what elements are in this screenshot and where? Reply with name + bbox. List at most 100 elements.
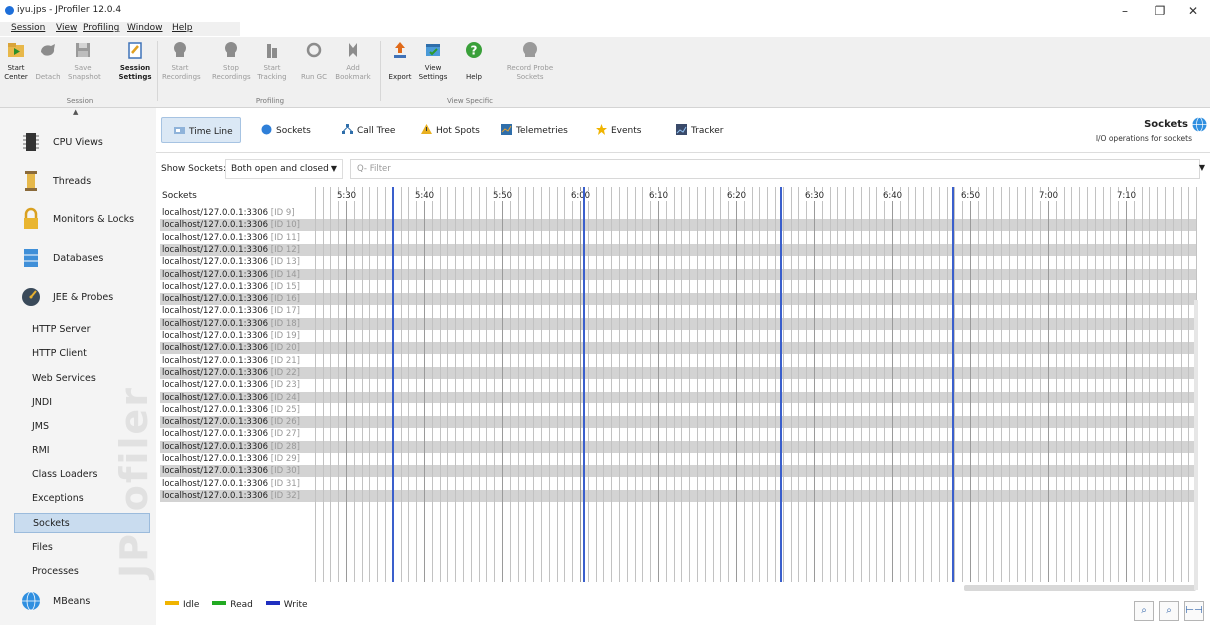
sidebar-item-exceptions[interactable]: Exceptions (14, 489, 150, 509)
socket-label: localhost/127.0.0.1:3306 [ID 21] (162, 356, 300, 366)
legend-label: Read (230, 600, 253, 610)
write-activity-line (583, 187, 585, 582)
vertical-scrollbar[interactable] (1194, 300, 1198, 590)
sidebar-item-label: Monitors & Locks (53, 214, 135, 225)
major-tick (580, 187, 581, 582)
sidebar-item-monitors-locks[interactable]: Monitors & Locks (0, 202, 156, 236)
time-label: 5:50 (492, 191, 514, 201)
minor-tick (1079, 187, 1081, 582)
tab-tracker[interactable]: Tracker (676, 117, 736, 143)
tab-telemetries[interactable]: Telemetries (501, 117, 581, 143)
minor-tick (1133, 187, 1135, 582)
minor-tick (993, 187, 995, 582)
minor-tick (720, 187, 722, 582)
start-center-icon (8, 43, 24, 57)
minor-tick (416, 187, 418, 582)
socket-label: localhost/127.0.0.1:3306 [ID 19] (162, 331, 300, 341)
sidebar-item-class-loaders[interactable]: Class Loaders (14, 465, 150, 485)
minor-tick (1087, 187, 1088, 582)
menu-bar: Session View Profiling Window Help (0, 22, 1210, 36)
tab-hot-spots[interactable]: Hot Spots (421, 117, 491, 143)
filter-input[interactable]: Q- Filter (350, 159, 1200, 179)
tab-call-tree[interactable]: Call Tree (342, 117, 412, 143)
minimize-button[interactable]: – (1110, 3, 1140, 19)
minor-tick (439, 187, 441, 582)
major-tick (1126, 187, 1127, 582)
minor-tick (665, 187, 667, 582)
menu-view[interactable]: View (56, 23, 77, 33)
call-tree-icon (342, 124, 353, 134)
sidebar-scroll-up-icon[interactable]: ▲ (73, 108, 78, 116)
add-bookmark-label-1: Add (346, 64, 360, 72)
start-recordings-button[interactable]: Start Recordings (162, 40, 201, 94)
record-probe-button[interactable]: Record Probe Sockets (500, 40, 560, 94)
show-sockets-select[interactable]: Both open and closed ▼ (225, 159, 343, 179)
zoom-out-button[interactable]: ⌕ (1159, 601, 1179, 621)
sidebar-item-sockets[interactable]: Sockets (14, 513, 150, 533)
minor-tick (642, 187, 644, 582)
view-settings-button[interactable]: View Settings (418, 40, 448, 94)
menu-window[interactable]: Window (127, 23, 163, 33)
stop-recordings-button[interactable]: Stop Recordings (212, 40, 251, 94)
zoom-in-button[interactable]: ⌕ (1134, 601, 1154, 621)
export-button[interactable]: Export (386, 40, 414, 94)
minor-tick (548, 187, 550, 582)
socket-host: localhost/127.0.0.1:3306 (162, 355, 269, 366)
sidebar-item-mbeans[interactable]: MBeans (0, 584, 156, 618)
socket-label: localhost/127.0.0.1:3306 [ID 28] (162, 442, 300, 452)
hot-spots-icon (421, 124, 432, 134)
time-label: 5:30 (336, 191, 358, 201)
sidebar-item-threads[interactable]: Threads (0, 164, 156, 198)
tab-events[interactable]: Events (596, 117, 656, 143)
restore-button[interactable]: ❐ (1145, 3, 1175, 19)
session-settings-button[interactable]: Session Settings (118, 40, 152, 94)
sidebar-item-cpu-views[interactable]: CPU Views (0, 125, 156, 159)
socket-host: localhost/127.0.0.1:3306 (162, 343, 269, 354)
minor-tick (681, 187, 683, 582)
start-tracking-button[interactable]: Start Tracking (256, 40, 288, 94)
start-center-button[interactable]: Start Center (4, 40, 28, 94)
minor-tick (860, 187, 862, 582)
sidebar-item-databases[interactable]: Databases (0, 241, 156, 275)
close-button[interactable]: ✕ (1178, 3, 1208, 19)
time-label: 6:50 (960, 191, 982, 201)
sidebar-item-processes[interactable]: Processes (14, 562, 150, 582)
minor-tick (728, 187, 730, 582)
sidebar-item-files[interactable]: Files (14, 538, 150, 558)
view-subtitle: I/O operations for sockets (1095, 134, 1192, 143)
sidebar-item-http-client[interactable]: HTTP Client (14, 344, 150, 364)
socket-host: localhost/127.0.0.1:3306 (162, 306, 269, 317)
minor-tick (564, 187, 566, 582)
chevron-down-icon[interactable]: ▼ (1199, 163, 1205, 172)
run-gc-label: Run GC (301, 73, 327, 81)
sidebar-item-web-services[interactable]: Web Services (14, 369, 150, 389)
sidebar-item-rmi[interactable]: RMI (14, 441, 150, 461)
socket-host: localhost/127.0.0.1:3306 (162, 404, 269, 415)
minor-tick (377, 187, 379, 582)
add-bookmark-button[interactable]: Add Bookmark (334, 40, 372, 94)
sidebar-item-jms[interactable]: JMS (14, 417, 150, 437)
menu-profiling[interactable]: Profiling (83, 23, 119, 33)
timeline-area[interactable]: 5:30 5:40 5:50 6:00 6:10 6:20 6:30 6:40 6:50 7:00… (308, 187, 1198, 582)
menu-session[interactable]: Session (11, 23, 45, 33)
horizontal-scrollbar[interactable] (964, 585, 1196, 591)
legend-label: Write (283, 600, 308, 610)
run-gc-button[interactable]: Run GC (300, 40, 328, 94)
help-button[interactable]: ? Help (460, 40, 488, 94)
socket-label: localhost/127.0.0.1:3306 [ID 17] (162, 306, 300, 316)
major-tick (424, 187, 425, 582)
sidebar-item-label: CPU Views (53, 137, 103, 148)
socket-id: [ID 30] (270, 466, 300, 477)
save-snapshot-button[interactable]: Save Snapshot (68, 40, 101, 94)
sidebar-item-http-server[interactable]: HTTP Server (14, 320, 150, 340)
tab-time-line[interactable]: Time Line (161, 117, 241, 143)
fit-content-button[interactable]: ⊢⊣ (1184, 601, 1204, 621)
tab-sockets[interactable]: Sockets (261, 117, 321, 143)
detach-button[interactable]: Detach (33, 40, 63, 94)
sidebar-item-jee-probes[interactable]: JEE & Probes (0, 280, 156, 314)
sidebar-item-jndi[interactable]: JNDI (14, 393, 150, 413)
minor-tick (907, 187, 909, 582)
socket-label: localhost/127.0.0.1:3306 [ID 29] (162, 454, 300, 464)
socket-id: [ID 14] (270, 269, 300, 280)
menu-help[interactable]: Help (172, 23, 193, 33)
